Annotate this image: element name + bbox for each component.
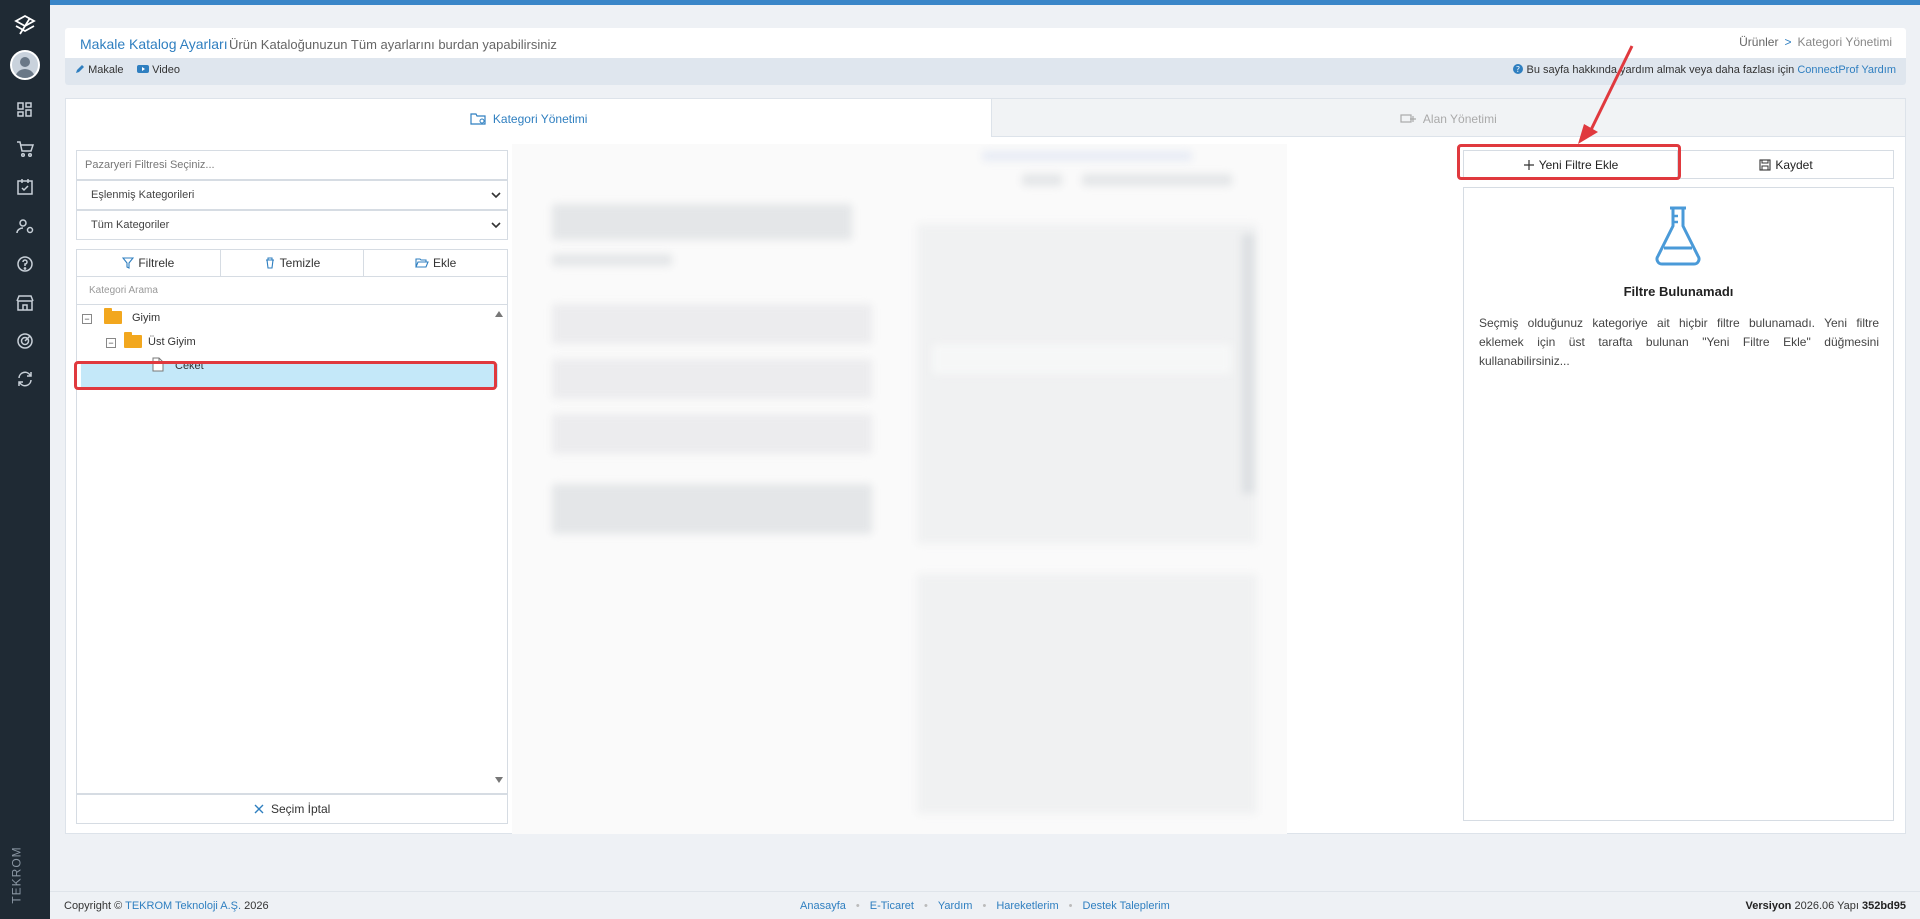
empty-state-text: Seçmiş olduğunuz kategoriye ait hiçbir f… (1479, 316, 1879, 368)
avatar[interactable] (10, 50, 40, 80)
filters-empty-state: Filtre Bulunamadı Seçmiş olduğunuz kateg… (1463, 187, 1894, 821)
highlight-box-selected-category (74, 361, 497, 390)
youtube-icon (137, 65, 149, 73)
collapse-toggle[interactable]: − (106, 338, 116, 348)
question-icon: ? (1513, 64, 1524, 74)
main-card: Kategori Yönetimi Alan Yönetimi Pazaryer… (65, 98, 1906, 834)
footer-link-help[interactable]: Yardım (938, 900, 973, 912)
scroll-up-arrow[interactable] (495, 311, 503, 317)
all-categories-select[interactable]: Tüm Kategoriler (76, 210, 508, 240)
help-icon[interactable] (15, 254, 35, 274)
video-link[interactable]: Video (137, 64, 180, 76)
field-add-icon (1400, 114, 1417, 123)
pencil-icon (76, 65, 84, 73)
collapse-toggle[interactable]: − (82, 314, 92, 324)
annotation-arrow (1578, 45, 1634, 144)
cancel-selection-button[interactable]: Seçim İptal (76, 794, 508, 824)
chevron-down-icon (491, 222, 501, 229)
brand-vertical: TEKROM (9, 846, 24, 904)
sync-icon[interactable] (15, 369, 35, 389)
page-title: Makale Katalog Ayarları (80, 36, 228, 52)
cart-icon[interactable] (15, 139, 35, 159)
save-button[interactable]: Kaydet (1678, 150, 1894, 179)
folder-settings-icon (469, 113, 486, 125)
logo-icon[interactable] (13, 14, 37, 38)
floppy-icon (1759, 159, 1771, 171)
top-accent-line (0, 0, 1920, 5)
filter-button[interactable]: Filtrele (77, 250, 221, 276)
footer-link-home[interactable]: Anasayfa (800, 900, 846, 912)
marketplace-filter-input[interactable]: Pazaryeri Filtresi Seçiniz... (76, 150, 508, 180)
footer-version: Versiyon 2026.06 Yapı 352bd95 (1745, 900, 1906, 912)
sidebar: TEKROM (0, 0, 50, 919)
funnel-icon (122, 257, 135, 269)
user-settings-icon[interactable] (15, 216, 35, 236)
radar-icon[interactable] (15, 331, 35, 351)
footer-link-support[interactable]: Destek Taleplerim (1083, 900, 1170, 912)
blurred-content-area (512, 144, 1287, 834)
footer: Copyright © TEKROM Teknoloji A.Ş. 2026 A… (50, 891, 1920, 919)
category-tree: Kategori Arama − Giyim − Üst Giyim Ceket (74, 277, 508, 794)
tab-category-management[interactable]: Kategori Yönetimi (66, 99, 991, 137)
help-link[interactable]: ConnectProf Yardım (1797, 64, 1896, 76)
folder-open-icon (415, 258, 429, 268)
company-link[interactable]: TEKROM Teknoloji A.Ş. (125, 900, 241, 912)
tree-node-ust-giyim[interactable]: − Üst Giyim (106, 332, 406, 353)
matched-categories-select[interactable]: Eşlenmiş Kategorileri (76, 180, 508, 210)
page-description: Ürün Kataloğunuzun Tüm ayarlarını burdan… (229, 37, 557, 52)
svg-text:?: ? (1516, 65, 1520, 74)
empty-state-title: Filtre Bulunamadı (1623, 284, 1734, 299)
scroll-down-arrow[interactable] (495, 777, 503, 783)
footer-link-ecommerce[interactable]: E-Ticaret (870, 900, 914, 912)
trash-icon (265, 257, 274, 269)
add-button[interactable]: Ekle (364, 250, 507, 276)
chevron-down-icon (491, 192, 501, 199)
store-icon[interactable] (15, 293, 35, 313)
folder-icon (104, 308, 122, 324)
close-icon (254, 804, 264, 814)
footer-copyright: Copyright © TEKROM Teknoloji A.Ş. 2026 (64, 900, 269, 912)
flask-icon (1655, 206, 1701, 266)
calendar-check-icon[interactable] (15, 177, 35, 197)
clear-button[interactable]: Temizle (221, 250, 365, 276)
category-search-input[interactable]: Kategori Arama (77, 277, 507, 305)
folder-icon (124, 332, 142, 348)
tree-node-giyim[interactable]: − Giyim (82, 308, 382, 329)
highlight-box-new-filter (1457, 144, 1681, 180)
tab-field-management[interactable]: Alan Yönetimi (991, 99, 1905, 137)
dashboard-icon[interactable] (15, 100, 35, 120)
tree-action-buttons: Filtrele Temizle Ekle (76, 249, 508, 277)
breadcrumb: Ürünler > Kategori Yönetimi (1739, 35, 1892, 49)
footer-link-activities[interactable]: Hareketlerim (996, 900, 1058, 912)
breadcrumb-item-current: Kategori Yönetimi (1797, 35, 1893, 49)
article-link[interactable]: Makale (75, 64, 124, 76)
footer-links: Anasayfa • E-Ticaret • Yardım • Hareketlerim • D… (800, 900, 1170, 912)
breadcrumb-item-products[interactable]: Ürünler (1739, 35, 1778, 49)
